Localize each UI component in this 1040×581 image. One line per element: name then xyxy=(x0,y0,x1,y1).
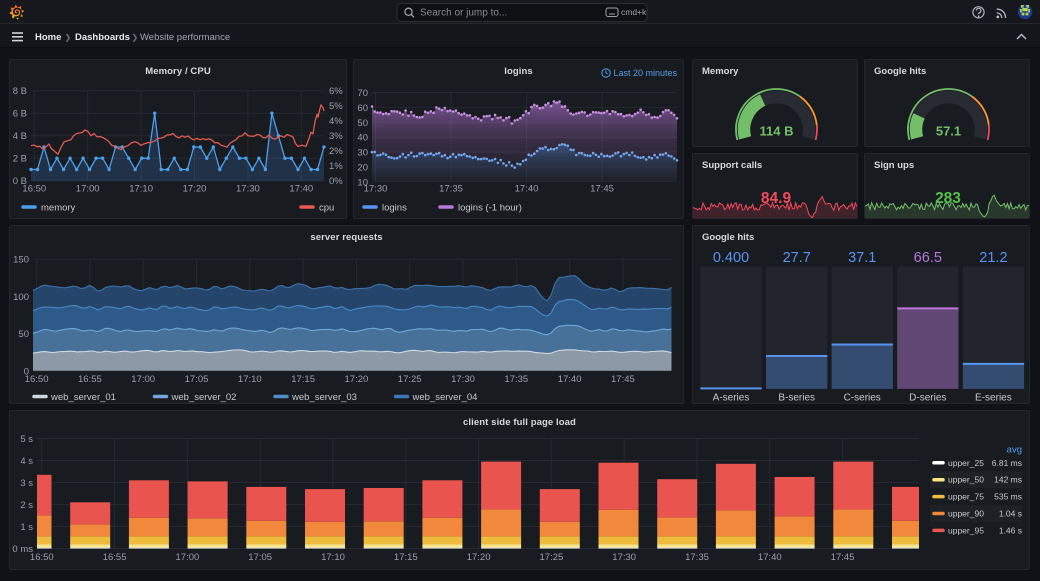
svg-text:142 ms: 142 ms xyxy=(994,475,1022,485)
svg-text:17:10: 17:10 xyxy=(321,552,345,563)
svg-text:web_server_04: web_server_04 xyxy=(412,392,478,403)
svg-text:1.04 s: 1.04 s xyxy=(999,509,1022,519)
svg-text:Website performance: Website performance xyxy=(140,32,230,43)
svg-text:6%: 6% xyxy=(329,86,343,97)
svg-text:50: 50 xyxy=(357,118,368,129)
svg-text:17:00: 17:00 xyxy=(76,184,100,195)
svg-text:17:10: 17:10 xyxy=(238,374,262,385)
svg-text:upper_50: upper_50 xyxy=(948,475,984,485)
svg-text:1 s: 1 s xyxy=(20,522,33,533)
svg-text:Dashboards: Dashboards xyxy=(75,32,130,43)
svg-text:6 B: 6 B xyxy=(13,109,27,120)
svg-text:17:25: 17:25 xyxy=(540,552,564,563)
svg-text:logins (-1 hour): logins (-1 hour) xyxy=(458,203,522,214)
svg-text:17:10: 17:10 xyxy=(129,184,153,195)
svg-text:60: 60 xyxy=(357,103,368,114)
svg-text:17:15: 17:15 xyxy=(394,552,418,563)
svg-text:17:30: 17:30 xyxy=(364,184,388,195)
svg-text:4%: 4% xyxy=(329,116,343,127)
svg-text:17:35: 17:35 xyxy=(504,374,528,385)
svg-text:3 s: 3 s xyxy=(20,478,33,489)
svg-text:upper_95: upper_95 xyxy=(948,525,984,535)
svg-text:web_server_02: web_server_02 xyxy=(171,392,237,403)
svg-text:535 ms: 535 ms xyxy=(994,492,1022,502)
svg-text:3%: 3% xyxy=(329,131,343,142)
svg-text:A-series: A-series xyxy=(713,393,750,404)
svg-text:17:45: 17:45 xyxy=(590,184,614,195)
svg-text:avg: avg xyxy=(1007,445,1022,456)
svg-text:17:35: 17:35 xyxy=(685,552,709,563)
svg-text:17:40: 17:40 xyxy=(289,184,313,195)
svg-text:16:55: 16:55 xyxy=(103,552,127,563)
svg-text:17:25: 17:25 xyxy=(398,374,422,385)
svg-text:70: 70 xyxy=(357,88,368,99)
svg-text:100: 100 xyxy=(13,292,29,303)
svg-text:17:00: 17:00 xyxy=(131,374,155,385)
svg-text:5%: 5% xyxy=(329,101,343,112)
svg-text:memory: memory xyxy=(41,203,76,214)
svg-text:17:30: 17:30 xyxy=(612,552,636,563)
svg-text:Home: Home xyxy=(35,32,61,43)
svg-text:84.9: 84.9 xyxy=(761,190,792,207)
svg-text:C-series: C-series xyxy=(844,393,881,404)
svg-text:logins: logins xyxy=(382,203,407,214)
svg-text:web_server_03: web_server_03 xyxy=(291,392,357,403)
svg-text:16:50: 16:50 xyxy=(22,184,46,195)
svg-text:❯: ❯ xyxy=(65,33,72,42)
svg-text:30: 30 xyxy=(357,148,368,159)
svg-text:37.1: 37.1 xyxy=(848,250,876,266)
svg-text:17:40: 17:40 xyxy=(758,552,782,563)
svg-text:B-series: B-series xyxy=(778,393,815,404)
svg-text:17:20: 17:20 xyxy=(345,374,369,385)
svg-text:50: 50 xyxy=(18,329,29,340)
svg-text:cmd+k: cmd+k xyxy=(621,7,647,17)
svg-text:17:40: 17:40 xyxy=(515,184,539,195)
svg-text:Search or jump to...: Search or jump to... xyxy=(420,8,507,19)
svg-text:17:05: 17:05 xyxy=(185,374,209,385)
svg-text:cpu: cpu xyxy=(319,203,334,214)
svg-text:5 s: 5 s xyxy=(20,434,33,445)
svg-text:16:50: 16:50 xyxy=(30,552,54,563)
svg-text:20: 20 xyxy=(357,162,368,173)
svg-text:2%: 2% xyxy=(329,146,343,157)
svg-text:8 B: 8 B xyxy=(13,86,27,97)
svg-text:2 B: 2 B xyxy=(13,154,27,165)
svg-text:57.1: 57.1 xyxy=(936,124,961,139)
svg-text:66.5: 66.5 xyxy=(914,250,942,266)
svg-text:6.81 ms: 6.81 ms xyxy=(992,458,1022,468)
svg-text:1.46 s: 1.46 s xyxy=(999,525,1022,535)
svg-text:17:35: 17:35 xyxy=(439,184,463,195)
svg-text:17:20: 17:20 xyxy=(183,184,207,195)
svg-text:web_server_01: web_server_01 xyxy=(50,392,116,403)
svg-text:21.2: 21.2 xyxy=(979,250,1007,266)
svg-text:16:50: 16:50 xyxy=(25,374,49,385)
svg-text:114 B: 114 B xyxy=(760,124,794,139)
svg-text:E-series: E-series xyxy=(975,393,1012,404)
svg-text:4 s: 4 s xyxy=(20,456,33,467)
svg-text:150: 150 xyxy=(13,255,29,266)
svg-text:17:00: 17:00 xyxy=(176,552,200,563)
svg-text:4 B: 4 B xyxy=(13,131,27,142)
svg-text:17:15: 17:15 xyxy=(291,374,315,385)
svg-text:17:05: 17:05 xyxy=(248,552,272,563)
svg-text:1%: 1% xyxy=(329,161,343,172)
svg-text:283: 283 xyxy=(935,190,961,207)
svg-text:40: 40 xyxy=(357,133,368,144)
svg-text:16:55: 16:55 xyxy=(78,374,102,385)
svg-text:17:45: 17:45 xyxy=(611,374,635,385)
svg-text:❯: ❯ xyxy=(132,33,139,42)
svg-text:17:40: 17:40 xyxy=(558,374,582,385)
svg-text:D-series: D-series xyxy=(909,393,946,404)
svg-text:17:30: 17:30 xyxy=(236,184,260,195)
svg-text:27.7: 27.7 xyxy=(783,250,811,266)
svg-text:17:30: 17:30 xyxy=(451,374,475,385)
svg-text:upper_25: upper_25 xyxy=(948,458,984,468)
svg-text:2 s: 2 s xyxy=(20,500,33,511)
svg-text:upper_75: upper_75 xyxy=(948,492,984,502)
svg-text:17:45: 17:45 xyxy=(831,552,855,563)
svg-text:0%: 0% xyxy=(329,176,343,187)
svg-text:0.400: 0.400 xyxy=(713,250,749,266)
svg-text:17:20: 17:20 xyxy=(467,552,491,563)
svg-text:upper_90: upper_90 xyxy=(948,509,984,519)
